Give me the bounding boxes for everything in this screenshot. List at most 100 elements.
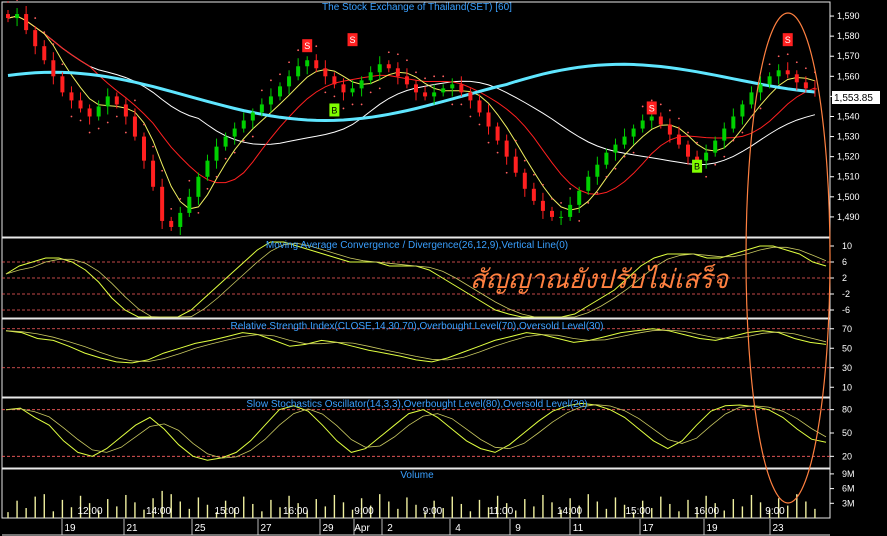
sar-dot — [424, 77, 426, 80]
sar-dot — [170, 207, 173, 210]
osc-tick-label: 10 — [842, 382, 852, 392]
price-tick-label: 1,590 — [837, 11, 860, 21]
sar-dot — [16, 0, 18, 1]
candle-body — [550, 210, 554, 217]
sar-dot — [351, 103, 354, 106]
candle-body — [123, 104, 128, 117]
time-tick-label: 14:00 — [557, 506, 582, 517]
sar-dot — [750, 115, 753, 118]
price-tick-label: 1,520 — [837, 152, 860, 162]
sar-dot — [795, 61, 798, 64]
candle-body — [296, 66, 301, 77]
candle-body — [87, 108, 92, 117]
sar-dot — [197, 211, 200, 214]
candle-body — [686, 144, 690, 157]
stochastic-panel-title: Slow Stochastics Oscillator(14,3,3),Over… — [246, 399, 587, 410]
candle-body — [60, 76, 65, 93]
sar-dot — [378, 87, 381, 90]
sar-dot — [759, 107, 762, 110]
sar-dot — [505, 171, 508, 174]
date-tick-label: 17 — [642, 523, 654, 534]
time-tick-label: 12:00 — [77, 506, 102, 517]
sar-dot — [641, 105, 644, 108]
candle-body — [33, 30, 38, 47]
sar-dot — [442, 75, 445, 78]
candle-body — [785, 70, 790, 75]
candle-body — [250, 112, 255, 121]
price-tick-label: 1,510 — [837, 172, 860, 182]
sar-dot — [143, 123, 145, 126]
date-tick-label: 21 — [126, 523, 138, 534]
candle-body — [531, 188, 536, 201]
candle-body — [51, 60, 56, 77]
date-tick-label: 2 — [387, 523, 393, 534]
candle-body — [595, 164, 600, 177]
date-tick-label: 27 — [260, 523, 272, 534]
sar-dot — [560, 201, 562, 204]
candle-body — [477, 100, 482, 113]
sar-dot — [79, 119, 82, 122]
sar-dot — [288, 61, 290, 64]
candle-body — [332, 76, 337, 85]
sar-dot — [260, 89, 263, 92]
candle-body — [395, 68, 400, 77]
date-tick-label: 19 — [706, 523, 718, 534]
sar-dot — [623, 155, 626, 158]
date-tick-label: 11 — [573, 523, 584, 534]
candle-body — [287, 76, 292, 87]
osc-tick-label: 2 — [842, 273, 847, 283]
candle-body — [740, 104, 745, 117]
osc-tick-label: 70 — [842, 324, 852, 334]
osc-tick-label: 50 — [842, 343, 852, 353]
sar-dot — [387, 51, 390, 54]
candle-body — [658, 116, 663, 125]
candle-body — [15, 14, 20, 19]
time-tick-label: 16:00 — [694, 506, 719, 517]
candle-body — [42, 46, 47, 61]
candle-body — [468, 92, 473, 101]
sar-dot — [251, 135, 254, 138]
osc-tick-label: 80 — [842, 405, 852, 415]
sar-dot — [61, 63, 64, 66]
price-tick-label: 1,560 — [837, 71, 860, 81]
sar-dot — [460, 103, 463, 106]
candle-body — [151, 160, 156, 187]
osc-tick-label: 30 — [842, 363, 852, 373]
ma-yellow-line — [7, 15, 816, 211]
ma-white-line — [7, 15, 816, 166]
sar-dot — [596, 191, 599, 194]
sar-dot — [188, 179, 191, 182]
last-price-label: 1,553.85 — [832, 91, 880, 104]
price-tick-label: 1,540 — [837, 111, 860, 121]
time-tick-label: 15:00 — [625, 506, 650, 517]
sar-dot — [723, 155, 726, 158]
candle-body — [259, 104, 264, 113]
sar-dot — [396, 53, 399, 56]
volume-tick-label: 9M — [842, 469, 855, 479]
sar-dot — [605, 175, 608, 178]
candle-body — [232, 128, 237, 137]
sar-dot — [777, 55, 780, 58]
candle-body — [713, 140, 718, 153]
sar-dot — [741, 131, 744, 134]
candle-body — [559, 216, 564, 218]
candle-body — [323, 68, 328, 77]
candle-body — [350, 88, 355, 93]
candle-body — [676, 134, 681, 145]
sar-dot — [614, 167, 617, 170]
price-panel: S S S S B B — [6, 0, 817, 235]
candle-body — [142, 136, 146, 161]
candle-body — [377, 64, 382, 73]
sar-dot — [786, 53, 789, 56]
price-tick-label: 1,500 — [837, 192, 860, 202]
osc-tick-label: -2 — [842, 289, 850, 299]
candle-body — [278, 86, 282, 97]
sell-signal-label: S — [304, 41, 310, 51]
stock-chart: SSSSBB 1,5901,5801,5701,5601,5501,5401,5… — [1, 0, 880, 536]
candle-body — [504, 140, 509, 157]
candle-body — [368, 72, 373, 81]
candle-body — [803, 82, 808, 89]
candle-body — [214, 146, 219, 161]
candle-body — [513, 156, 518, 173]
sar-dot — [714, 163, 717, 166]
